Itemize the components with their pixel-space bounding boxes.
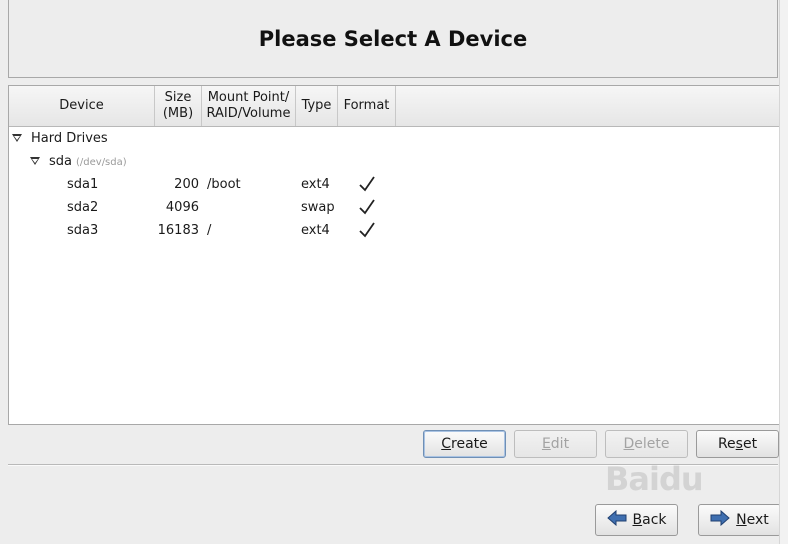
device-tree[interactable]: Device Size (MB) Mount Point/ RAID/Volum… (8, 85, 780, 425)
tree-group-label: Hard Drives (31, 131, 108, 146)
column-header-size[interactable]: Size (MB) (155, 86, 202, 126)
column-header-format[interactable]: Format (338, 86, 396, 126)
next-button[interactable]: Next (698, 504, 781, 536)
partition-type: ext4 (301, 223, 330, 238)
disk-path: (/dev/sda) (76, 157, 127, 168)
format-check-icon (358, 221, 376, 243)
disk-name: sda (49, 154, 72, 169)
partition-name: sda3 (67, 223, 99, 238)
partition-size: 4096 (165, 200, 199, 215)
watermark-logo: Baidu (605, 460, 704, 498)
partition-size: 200 (174, 177, 199, 192)
column-header-type[interactable]: Type (296, 86, 338, 126)
partition-name: sda2 (67, 200, 99, 215)
table-row[interactable]: sda3 16183 / ext4 (9, 220, 779, 243)
partition-size: 16183 (157, 223, 199, 238)
table-row[interactable]: sda1 200 /boot ext4 (9, 174, 779, 197)
column-header-device[interactable]: Device (9, 86, 155, 126)
arrow-left-icon (606, 509, 627, 530)
tree-row-disk[interactable]: sda (/dev/sda) (9, 151, 779, 174)
partition-mount: / (207, 223, 212, 238)
column-header-mount-point[interactable]: Mount Point/ RAID/Volume (202, 86, 296, 126)
window-edge-scrollbar[interactable] (779, 0, 788, 544)
arrow-right-icon (710, 509, 730, 530)
edit-button[interactable]: Edit (514, 430, 597, 458)
column-header-bar: Device Size (MB) Mount Point/ RAID/Volum… (9, 86, 779, 127)
delete-button[interactable]: Delete (605, 430, 688, 458)
page-title: Please Select A Device (258, 27, 528, 51)
header-panel: Please Select A Device (8, 0, 778, 78)
back-button[interactable]: Back (595, 504, 678, 536)
partition-mount: /boot (207, 177, 241, 192)
expander-down-icon[interactable] (12, 134, 22, 142)
format-check-icon (358, 175, 376, 197)
partition-name: sda1 (67, 177, 99, 192)
tree-row-hard-drives[interactable]: Hard Drives (9, 128, 779, 151)
create-button[interactable]: Create (423, 430, 506, 458)
expander-down-icon[interactable] (30, 157, 40, 165)
partition-type: swap (301, 200, 335, 215)
format-check-icon (358, 198, 376, 220)
reset-button[interactable]: Re s et (696, 430, 779, 458)
table-row[interactable]: sda2 4096 swap (9, 197, 779, 220)
partition-type: ext4 (301, 177, 330, 192)
